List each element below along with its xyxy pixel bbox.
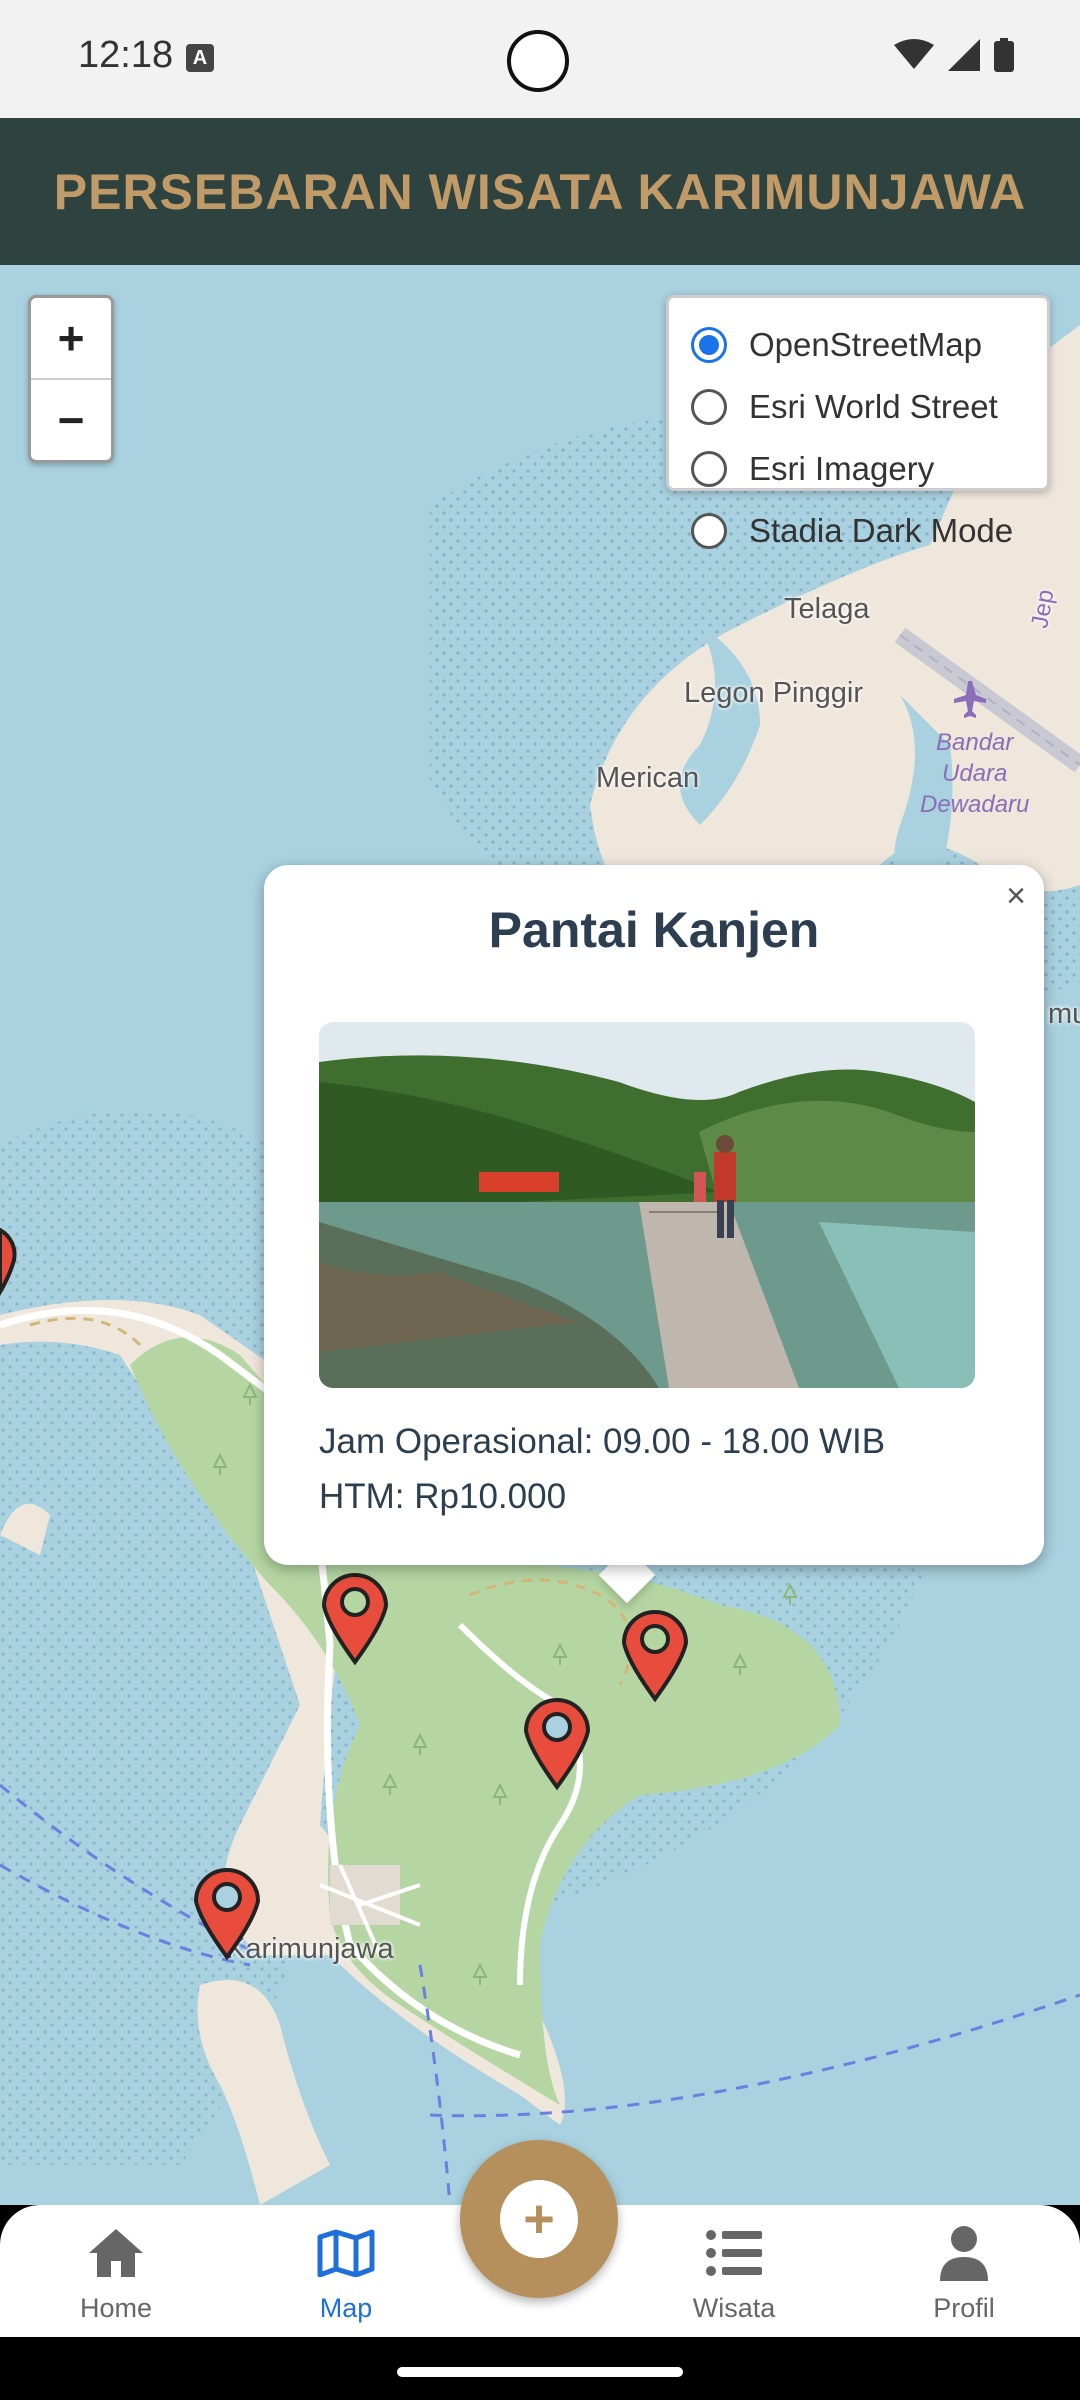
radio-stadia-dark-mode[interactable] bbox=[691, 513, 727, 549]
status-time: 12:18 bbox=[78, 34, 174, 76]
layer-option-esri-world-street[interactable]: Esri World Street bbox=[691, 376, 1025, 438]
zoom-in-button[interactable]: + bbox=[31, 298, 111, 378]
notification-icon: A bbox=[186, 44, 214, 72]
status-icons bbox=[894, 38, 1014, 72]
popup-title: Pantai Kanjen bbox=[488, 902, 820, 958]
user-icon bbox=[940, 2226, 988, 2281]
map-label-legon-pinggir: Legon Pinggir bbox=[684, 677, 863, 709]
gesture-bar[interactable] bbox=[397, 2367, 683, 2377]
popup-price: HTM: Rp10.000 bbox=[319, 1477, 567, 1516]
layer-option-openstreetmap[interactable]: OpenStreetMap bbox=[691, 314, 1025, 376]
nav-label-profil: Profil bbox=[933, 2293, 995, 2323]
plus-icon: + bbox=[500, 2180, 578, 2258]
map-marker[interactable] bbox=[620, 1607, 690, 1703]
nav-item-profil[interactable]: Profil bbox=[884, 2223, 1044, 2324]
map-label-airport: Bandar Udara Dewadaru bbox=[920, 727, 1029, 820]
layer-label: Esri World Street bbox=[749, 388, 998, 425]
status-bar: 12:18 A bbox=[0, 0, 1080, 118]
radio-openstreetmap[interactable] bbox=[691, 327, 727, 363]
zoom-out-button[interactable]: − bbox=[31, 378, 111, 460]
layer-option-esri-imagery[interactable]: Esri Imagery bbox=[691, 438, 1025, 500]
wifi-icon bbox=[894, 39, 934, 69]
signal-icon bbox=[948, 39, 980, 71]
airport-label-line-1: Bandar bbox=[936, 729, 1014, 756]
add-button[interactable]: + bbox=[460, 2140, 618, 2298]
app-header: PERSEBARAN WISATA KARIMUNJAWA bbox=[0, 118, 1080, 265]
layer-option-stadia-dark-mode[interactable]: Stadia Dark Mode bbox=[691, 500, 1025, 562]
layer-label: Esri Imagery bbox=[749, 450, 935, 487]
list-icon bbox=[706, 2230, 762, 2276]
airport-label-line-3: Dewadaru bbox=[920, 791, 1030, 818]
nav-item-wisata[interactable]: Wisata bbox=[654, 2223, 814, 2324]
place-popup: × Pantai Kanjen Jam Operasional: 09.00 -… bbox=[264, 865, 1044, 1565]
camera-cutout bbox=[507, 30, 569, 92]
map-label-merican: Merican bbox=[596, 762, 700, 794]
battery-icon bbox=[994, 38, 1014, 72]
nav-label-map: Map bbox=[319, 2293, 373, 2323]
home-icon bbox=[89, 2229, 143, 2277]
nav-label-wisata: Wisata bbox=[692, 2293, 776, 2323]
airport-label-line-2: Udara bbox=[942, 760, 1008, 787]
map-view[interactable]: Telaga Legon Pinggir Merican Karimunjawa… bbox=[0, 265, 1080, 2205]
map-label-telaga: Telaga bbox=[784, 593, 870, 625]
map-marker[interactable] bbox=[320, 1570, 390, 1666]
map-icon bbox=[317, 2229, 375, 2277]
map-label-mu: mu bbox=[1048, 998, 1080, 1030]
map-marker[interactable] bbox=[0, 1220, 34, 1300]
page-title: PERSEBARAN WISATA KARIMUNJAWA bbox=[53, 163, 1027, 220]
layer-label: Stadia Dark Mode bbox=[749, 512, 1014, 549]
radio-esri-world-street[interactable] bbox=[691, 389, 727, 425]
nav-item-map[interactable]: Map bbox=[266, 2223, 426, 2324]
layer-control: OpenStreetMap Esri World Street Esri Ima… bbox=[666, 295, 1050, 549]
nav-label-home: Home bbox=[79, 2293, 153, 2323]
layer-label: OpenStreetMap bbox=[749, 326, 982, 363]
radio-esri-imagery[interactable] bbox=[691, 451, 727, 487]
nav-item-home[interactable]: Home bbox=[36, 2223, 196, 2324]
place-photo bbox=[319, 1022, 975, 1388]
zoom-control: + − bbox=[28, 295, 114, 463]
map-marker[interactable] bbox=[522, 1695, 592, 1791]
map-marker[interactable] bbox=[192, 1865, 262, 1961]
popup-hours: Jam Operasional: 09.00 - 18.00 WIB bbox=[319, 1422, 886, 1461]
